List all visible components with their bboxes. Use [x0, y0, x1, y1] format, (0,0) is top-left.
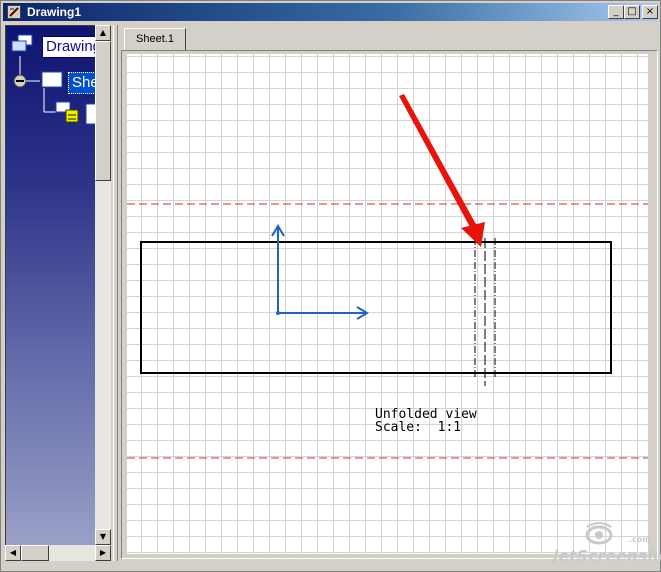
view-scale: Scale: 1:1 — [375, 420, 462, 435]
minimize-button[interactable]: _ — [608, 5, 624, 19]
close-button[interactable]: × — [642, 5, 658, 19]
tree-horizontal-scrollbar[interactable]: ◀ ▶ — [5, 545, 111, 561]
axis-system — [271, 224, 369, 320]
scroll-down-button[interactable]: ▼ — [95, 529, 111, 545]
scroll-thumb[interactable] — [21, 545, 49, 561]
panel-splitter[interactable] — [113, 25, 118, 561]
drawing-window: Drawing1 _ □ × Drawing Shee — [0, 0, 661, 572]
title-bar[interactable]: Drawing1 _ □ × — [3, 3, 658, 21]
scroll-left-button[interactable]: ◀ — [5, 545, 21, 561]
view-icon — [55, 101, 95, 125]
tree-item-label: Drawing — [42, 36, 95, 58]
tree-item-label: Shee — [68, 72, 95, 94]
tree-vertical-scrollbar[interactable]: ▲ ▼ — [95, 25, 111, 545]
scroll-thumb[interactable] — [95, 41, 111, 181]
drawing-app-icon[interactable] — [7, 5, 21, 19]
tab-sheet-1[interactable]: Sheet.1 — [124, 28, 186, 50]
watermark: .com jetScreenshot — [553, 521, 661, 565]
maximize-button[interactable]: □ — [624, 5, 640, 19]
pointer-arrow — [399, 94, 485, 247]
sheet-icon — [13, 71, 63, 88]
tree-item-drawing[interactable]: Drawing — [10, 34, 95, 58]
drawing-canvas[interactable]: Unfolded view Scale: 1:1 — [127, 54, 648, 554]
view-caption: Unfolded view Scale: 1:1 — [375, 408, 477, 434]
tree-item-view[interactable] — [52, 100, 95, 125]
specification-tree[interactable]: Drawing Shee — [5, 25, 95, 545]
scroll-up-button[interactable]: ▲ — [95, 25, 111, 41]
scroll-right-button[interactable]: ▶ — [95, 545, 111, 561]
part-outline — [140, 241, 612, 374]
watermark-suffix: .com — [629, 535, 651, 544]
watermark-text: jetScreenshot — [553, 547, 661, 565]
tree-item-sheet[interactable]: Shee — [10, 70, 95, 94]
drawing-geometry — [127, 94, 648, 459]
camera-logo-icon — [585, 522, 613, 545]
drawing-icon — [11, 34, 33, 52]
window-title: Drawing1 — [27, 5, 82, 19]
axis-origin — [276, 311, 280, 315]
